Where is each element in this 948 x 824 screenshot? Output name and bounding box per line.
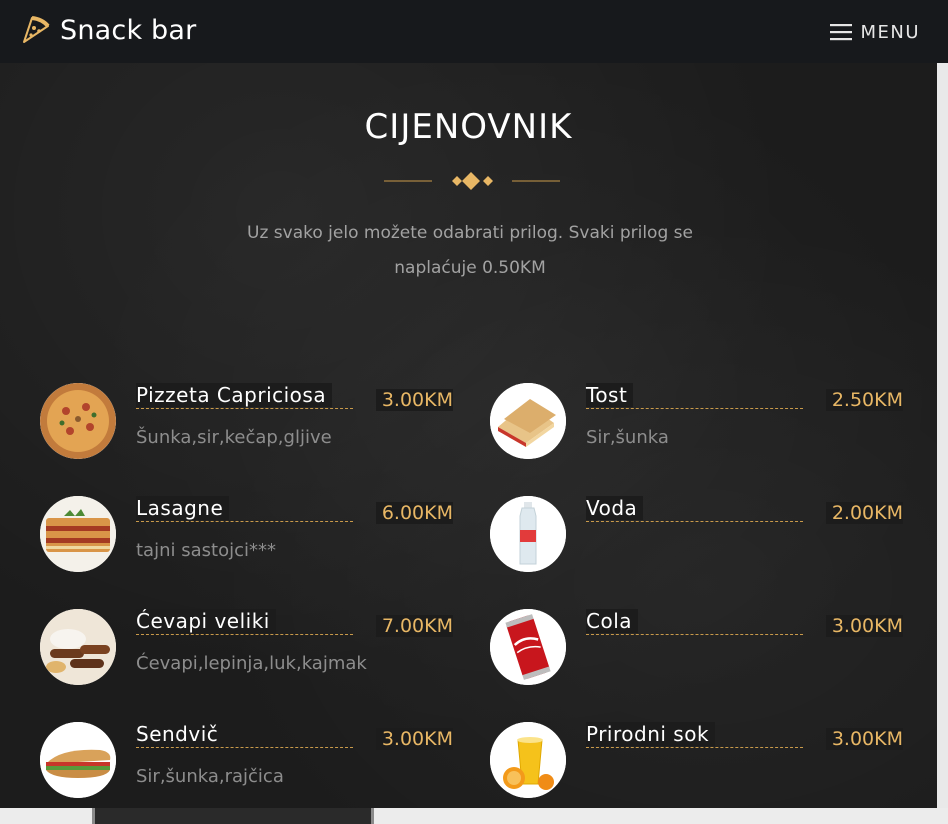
menu-button[interactable]: MENU [830,19,920,45]
section-title: CIJENOVNIK [364,107,573,147]
navbar: Snack bar MENU [0,0,948,63]
menu-item: Lasagne 6.00KM tajni sastojci*** [40,496,453,576]
pizza-slice-icon [23,16,50,43]
water-bottle-image [490,496,566,572]
dot-leader [586,521,803,522]
section-subtitle: Uz svako jelo možete odabrati prilog. Sv… [247,223,693,278]
item-price: 3.00KM [825,728,903,750]
hamburger-icon [830,24,853,41]
item-price: 3.00KM [375,728,453,750]
item-name: Sendvič [136,722,225,746]
cevapi-image [40,609,116,685]
pizza-image [40,383,116,459]
lasagne-image [40,496,116,572]
dot-leader [136,747,353,748]
item-price: 3.00KM [825,615,903,637]
item-name: Pizzeta Capriciosa [136,383,333,407]
dot-leader [586,634,803,635]
item-price: 2.50KM [825,389,903,411]
brand-name: Snack bar [60,14,197,46]
menu-label: MENU [860,21,920,43]
dot-leader [136,408,353,409]
menu-item: Prirodni sok 3.00KM [490,722,903,802]
menu-item: Voda 2.00KM [490,496,903,576]
item-name: Voda [586,496,644,520]
menu-item: Tost 2.50KM Sir,šunka [490,383,903,463]
item-price: 3.00KM [375,389,453,411]
dot-leader [136,521,353,522]
dot-leader [136,634,353,635]
item-description: Ćevapi,lepinja,luk,kajmak [136,653,367,674]
item-name: Lasagne [136,496,230,520]
item-name: Tost [586,383,634,407]
price-list-section: CIJENOVNIK Uz svako jelo možete odabrati… [0,63,937,808]
juice-image [490,722,566,798]
item-description: Sir,šunka,rajčica [136,766,284,787]
menu-item: Cola 3.00KM [490,609,903,689]
item-name: Cola [586,609,639,633]
phone-image-edge [92,808,374,824]
item-name: Ćevapi veliki [136,609,276,633]
item-price: 6.00KM [375,502,453,524]
next-section-edge [0,808,948,824]
menu-item: Pizzeta Capriciosa 3.00KM Šunka,sir,keča… [40,383,453,463]
item-description: tajni sastojci*** [136,540,276,561]
item-description: Šunka,sir,kečap,gljive [136,427,332,448]
menu-item: Sendvič 3.00KM Sir,šunka,rajčica [40,722,453,802]
sandwich-image [40,722,116,798]
item-price: 2.00KM [825,502,903,524]
item-name: Prirodni sok [586,722,716,746]
item-description: Sir,šunka [586,427,669,448]
cola-can-image [490,609,566,685]
item-price: 7.00KM [375,615,453,637]
dot-leader [586,408,803,409]
menu-item: Ćevapi veliki 7.00KM Ćevapi,lepinja,luk,… [40,609,453,689]
brand-link[interactable]: Snack bar [20,12,196,48]
dot-leader [586,747,803,748]
toast-image [490,383,566,459]
ornament-divider [384,172,560,190]
